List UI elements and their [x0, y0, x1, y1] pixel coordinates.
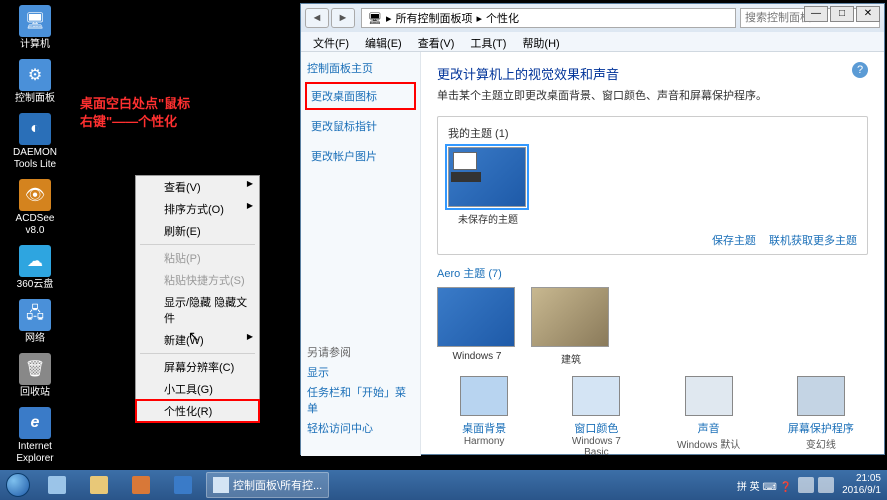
- ctx-gadgets[interactable]: 小工具(G): [136, 378, 259, 400]
- computer-icon: 🖥: [19, 5, 51, 37]
- theme-unsaved[interactable]: 未保存的主题: [448, 147, 528, 226]
- ctx-paste-shortcut: 粘贴快捷方式(S): [136, 269, 259, 291]
- start-orb-icon: [6, 473, 30, 497]
- sidebar-change-account-pic[interactable]: 更改帐户图片: [307, 144, 414, 168]
- taskbar-pinned-1[interactable]: [37, 472, 77, 498]
- recycle-icon: 🗑: [19, 353, 51, 385]
- bottom-options: 桌面背景 Harmony 窗口颜色 Windows 7 Basic 声音 Win…: [437, 376, 868, 456]
- nav-forward-button[interactable]: ►: [331, 8, 355, 28]
- tray-icon[interactable]: [798, 477, 814, 493]
- desktop-icon-recycle[interactable]: 🗑回收站: [5, 353, 65, 399]
- theme-windows7[interactable]: Windows 7: [437, 287, 517, 366]
- desktop-bg-icon: [460, 376, 508, 416]
- desktop-icon-acdsee[interactable]: 👁ACDSee v8.0: [5, 179, 65, 237]
- start-button[interactable]: [0, 470, 36, 500]
- desktop-icon-ie[interactable]: eInternet Explorer: [5, 407, 65, 465]
- acdsee-icon: 👁: [19, 179, 51, 211]
- breadcrumb-part[interactable]: 个性化: [486, 10, 519, 26]
- menu-tools[interactable]: 工具(T): [462, 32, 514, 51]
- opt-screensaver[interactable]: 屏幕保护程序 变幻线: [786, 376, 856, 456]
- titlebar: ◄ ► 🖥 ▸ 所有控制面板项 ▸ 个性化: [301, 4, 884, 32]
- breadcrumb[interactable]: 🖥 ▸ 所有控制面板项 ▸ 个性化: [361, 8, 736, 28]
- ctx-toggle-hidden[interactable]: 显示/隐藏 隐藏文件: [136, 291, 259, 329]
- theme-thumb: [448, 147, 526, 207]
- sidebar-related-display[interactable]: 显示: [307, 364, 414, 380]
- opt-desktop-bg[interactable]: 桌面背景 Harmony: [449, 376, 519, 456]
- sidebar: 控制面板主页 更改桌面图标 更改鼠标指针 更改帐户图片 另请参阅 显示 任务栏和…: [301, 52, 421, 456]
- help-icon[interactable]: ?: [852, 62, 868, 78]
- desktop-icon-360cloud[interactable]: ☁360云盘: [5, 245, 65, 291]
- sidebar-related-title: 另请参阅: [307, 344, 414, 360]
- personalization-window: — □ ✕ ◄ ► 🖥 ▸ 所有控制面板项 ▸ 个性化 文件(F) 编辑(E) …: [300, 3, 885, 455]
- taskbar-task-controlpanel[interactable]: 控制面板\所有控...: [206, 472, 329, 498]
- opt-sound[interactable]: 声音 Windows 默认: [674, 376, 744, 456]
- window-controls: — □ ✕: [804, 6, 880, 22]
- screensaver-icon: [797, 376, 845, 416]
- get-more-themes-link[interactable]: 联机获取更多主题: [769, 235, 857, 247]
- desktop-context-menu: 查看(V) 排序方式(O) 刷新(E) 粘贴(P) 粘贴快捷方式(S) 显示/隐…: [135, 175, 260, 423]
- ctx-view[interactable]: 查看(V): [136, 176, 259, 198]
- menubar: 文件(F) 编辑(E) 查看(V) 工具(T) 帮助(H): [301, 32, 884, 52]
- maximize-button[interactable]: □: [830, 6, 854, 22]
- my-themes-label: 我的主题 (1): [448, 125, 857, 141]
- clock[interactable]: 21:05 2016/9/1: [842, 473, 881, 497]
- taskbar: 控制面板\所有控... 拼 英 ⌨ ❓ 21:05 2016/9/1: [0, 470, 887, 500]
- ctx-personalize[interactable]: 个性化(R): [136, 400, 259, 422]
- desktop-icon-daemon[interactable]: ◐DAEMON Tools Lite: [5, 113, 65, 171]
- tray-icon[interactable]: [818, 477, 834, 493]
- desktop-icon-control-panel[interactable]: ⚙控制面板: [5, 59, 65, 105]
- daemon-icon: ◐: [19, 113, 51, 145]
- control-panel-icon: ⚙: [19, 59, 51, 91]
- content-pane: ? 更改计算机上的视觉效果和声音 单击某个主题立即更改桌面背景、窗口颜色、声音和…: [421, 52, 884, 456]
- cursor-icon: ↖: [188, 328, 200, 345]
- sidebar-related-ease[interactable]: 轻松访问中心: [307, 420, 414, 436]
- theme-thumb: [531, 287, 609, 347]
- ctx-refresh[interactable]: 刷新(E): [136, 220, 259, 242]
- menu-edit[interactable]: 编辑(E): [357, 32, 410, 51]
- theme-thumb: [437, 287, 515, 347]
- ctx-sort[interactable]: 排序方式(O): [136, 198, 259, 220]
- opt-window-color[interactable]: 窗口颜色 Windows 7 Basic: [561, 376, 631, 456]
- annotation-text: 桌面空白处点"鼠标 右键"——个性化: [80, 95, 190, 131]
- network-icon: 🖧: [19, 299, 51, 331]
- cloud-icon: ☁: [19, 245, 51, 277]
- sidebar-home[interactable]: 控制面板主页: [307, 60, 414, 76]
- aero-themes-label: Aero 主题 (7): [437, 265, 868, 281]
- save-theme-link[interactable]: 保存主题: [712, 235, 756, 247]
- sidebar-related-taskbar[interactable]: 任务栏和「开始」菜单: [307, 384, 414, 416]
- theme-architecture[interactable]: 建筑: [531, 287, 611, 366]
- desktop-icon-computer[interactable]: 🖥计算机: [5, 5, 65, 51]
- taskbar-pinned-explorer[interactable]: [79, 472, 119, 498]
- sound-icon: [685, 376, 733, 416]
- ime-status[interactable]: 拼 英 ⌨ ❓: [737, 478, 792, 493]
- sidebar-change-desktop-icons[interactable]: 更改桌面图标: [307, 84, 414, 108]
- taskbar-pinned-ie[interactable]: [163, 472, 203, 498]
- desktop-icon-network[interactable]: 🖧网络: [5, 299, 65, 345]
- desktop-icons-column: 🖥计算机 ⚙控制面板 ◐DAEMON Tools Lite 👁ACDSee v8…: [5, 5, 75, 473]
- menu-help[interactable]: 帮助(H): [514, 32, 567, 51]
- system-tray: 拼 英 ⌨ ❓ 21:05 2016/9/1: [737, 473, 887, 497]
- page-heading: 更改计算机上的视觉效果和声音: [437, 64, 868, 83]
- menu-file[interactable]: 文件(F): [305, 32, 357, 51]
- breadcrumb-part[interactable]: 所有控制面板项: [396, 10, 473, 26]
- breadcrumb-root-icon: 🖥: [368, 12, 382, 25]
- menu-view[interactable]: 查看(V): [410, 32, 463, 51]
- close-button[interactable]: ✕: [856, 6, 880, 22]
- ctx-resolution[interactable]: 屏幕分辨率(C): [136, 356, 259, 378]
- nav-back-button[interactable]: ◄: [305, 8, 329, 28]
- window-color-icon: [572, 376, 620, 416]
- my-themes-section: 我的主题 (1) 未保存的主题 保存主题 联机获取更多主题: [437, 116, 868, 255]
- sidebar-change-pointers[interactable]: 更改鼠标指针: [307, 114, 414, 138]
- ctx-sep: [140, 353, 255, 354]
- minimize-button[interactable]: —: [804, 6, 828, 22]
- ctx-paste: 粘贴(P): [136, 247, 259, 269]
- page-desc: 单击某个主题立即更改桌面背景、窗口颜色、声音和屏幕保护程序。: [437, 89, 868, 104]
- ctx-sep: [140, 244, 255, 245]
- taskbar-pinned-media[interactable]: [121, 472, 161, 498]
- ie-icon: e: [19, 407, 51, 439]
